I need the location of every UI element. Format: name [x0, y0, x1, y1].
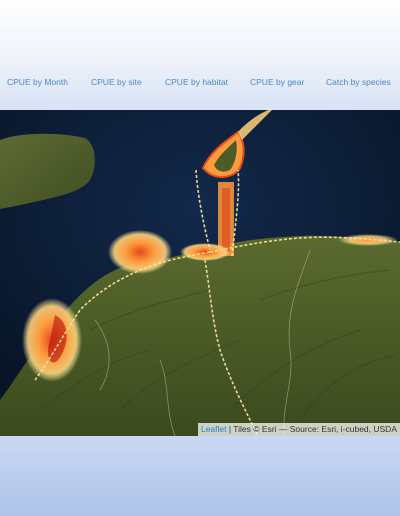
satellite-heatmap-map[interactable]: Leaflet | Tiles © Esri — Source: Esri, i…	[0, 110, 400, 436]
map-attribution: Leaflet | Tiles © Esri — Source: Esri, i…	[197, 423, 400, 436]
tab-nav: CPUE by Month CPUE by site CPUE by habit…	[0, 77, 400, 91]
heat-bay	[108, 230, 172, 274]
tab-cpue-by-habitat[interactable]: CPUE by habitat	[165, 77, 228, 87]
tab-cpue-by-gear[interactable]: CPUE by gear	[250, 77, 304, 87]
tiles-attribution-text: Tiles © Esri — Source: Esri, i-cubed, US…	[233, 424, 397, 434]
header-area: CPUE by Month CPUE by site CPUE by habit…	[0, 0, 400, 110]
footer-area	[0, 436, 400, 516]
heat-east	[338, 234, 398, 246]
tab-cpue-by-month[interactable]: CPUE by Month	[7, 77, 68, 87]
tab-catch-by-species[interactable]: Catch by species	[326, 77, 391, 87]
tab-cpue-by-site[interactable]: CPUE by site	[91, 77, 142, 87]
map-canvas	[0, 110, 400, 436]
heat-strip-core	[222, 188, 230, 252]
leaflet-link[interactable]: Leaflet	[201, 424, 227, 434]
heat-point	[180, 243, 230, 261]
